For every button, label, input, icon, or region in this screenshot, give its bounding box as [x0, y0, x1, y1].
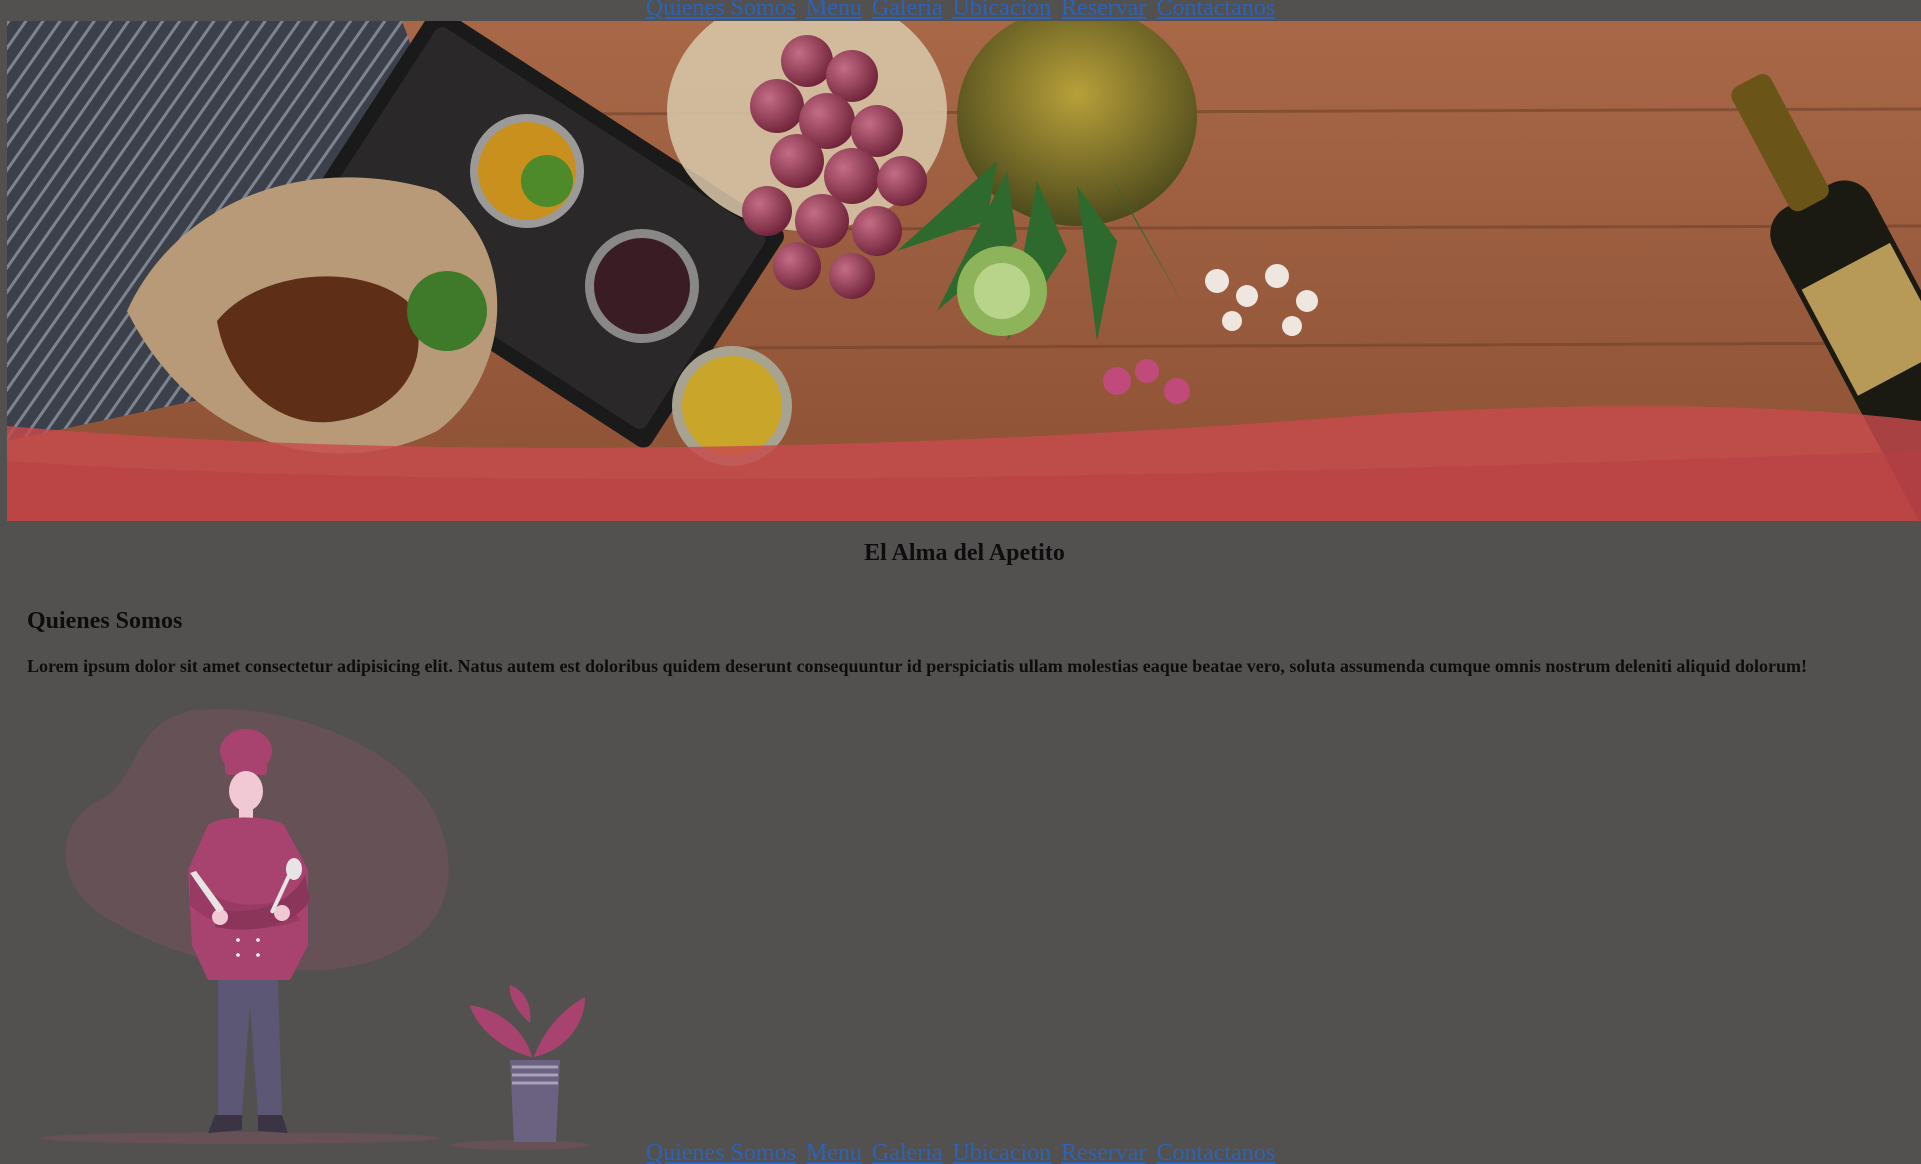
footer-nav-link-menu[interactable]: Menu — [806, 1140, 862, 1164]
footer-nav-link-reservar[interactable]: Reservar — [1061, 1140, 1146, 1164]
footer-nav-link-contactanos[interactable]: Contactanos — [1156, 1140, 1275, 1164]
site-tagline: El Alma del Apetito — [864, 540, 1065, 566]
footer-nav-link-galeria[interactable]: Galeria — [872, 1140, 943, 1164]
about-section-title: Quienes Somos — [27, 608, 183, 634]
top-nav: Quienes Somos Menu Galeria Ubicacion Res… — [0, 0, 1921, 20]
chef-illustration — [20, 705, 600, 1150]
page: Quienes Somos Menu Galeria Ubicacion Res… — [0, 0, 1921, 1164]
about-section-text: Lorem ipsum dolor sit amet consectetur a… — [27, 656, 1807, 676]
nav-link-reservar[interactable]: Reservar — [1061, 0, 1146, 21]
nav-link-galeria[interactable]: Galeria — [872, 0, 943, 21]
footer-nav-link-ubicacion[interactable]: Ubicacion — [953, 1140, 1052, 1164]
nav-link-quienes-somos[interactable]: Quienes Somos — [646, 0, 796, 21]
nav-link-ubicacion[interactable]: Ubicacion — [953, 0, 1052, 21]
bottom-nav: Quienes Somos Menu Galeria Ubicacion Res… — [0, 1141, 1921, 1164]
nav-link-menu[interactable]: Menu — [806, 0, 862, 21]
nav-link-contactanos[interactable]: Contactanos — [1156, 0, 1275, 21]
footer-nav-link-quienes-somos[interactable]: Quienes Somos — [646, 1140, 796, 1164]
hero-banner-image — [7, 21, 1921, 521]
